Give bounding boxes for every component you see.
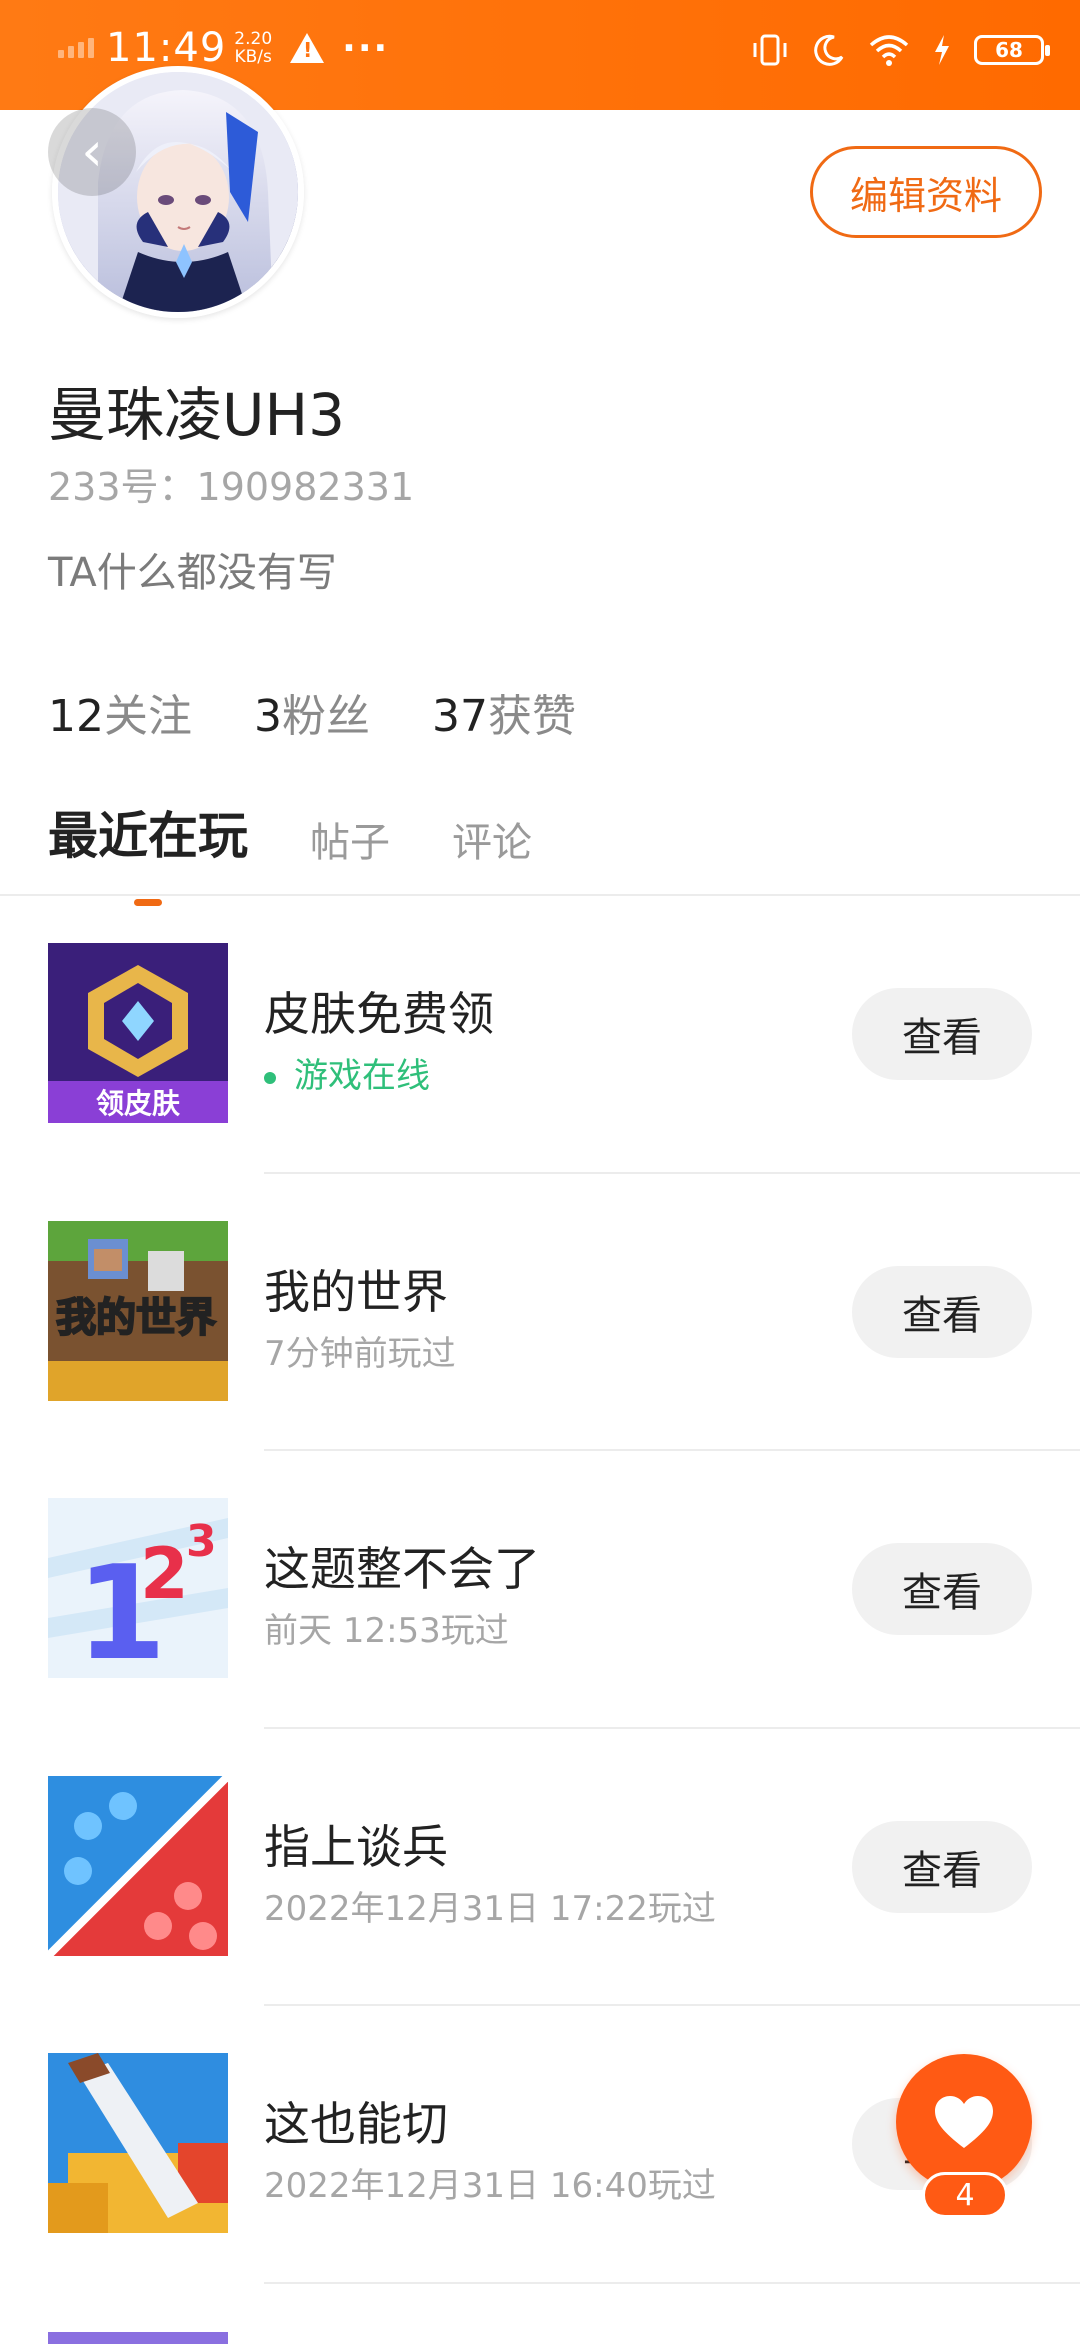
view-button[interactable]: 查看 <box>852 1265 1032 1358</box>
charging-icon <box>935 35 949 65</box>
game-status: 2022年12月31日 17:22玩过 <box>264 1888 716 1929</box>
network-speed-unit: KB/s <box>234 47 272 67</box>
stat-count: 3 <box>254 691 282 742</box>
back-button[interactable]: ‹ <box>48 108 136 196</box>
game-title: 我的世界 <box>264 1264 448 1319</box>
warning-icon <box>290 33 325 63</box>
game-icon-label: 领皮肤 <box>96 1087 181 1120</box>
game-title: 这也能切 <box>264 2097 448 2151</box>
game-icon-label: 我的世界 <box>56 1295 216 1341</box>
network-speed-value: 2.20 <box>234 29 273 49</box>
online-dot <box>264 1071 276 1084</box>
vibrate-icon <box>753 34 787 66</box>
status-bar-left: 11:49 2.20 KB/s ··· <box>58 18 389 78</box>
moon-icon <box>814 34 844 66</box>
wifi-icon <box>869 35 909 66</box>
game-icon-123: 1 2 3 <box>48 1498 228 1678</box>
list-item[interactable]: 领皮肤 皮肤免费领 游戏在线 查看 <box>0 896 1080 1174</box>
stat-likes[interactable]: 37获赞 <box>432 680 576 744</box>
tab-posts[interactable]: 帖子 <box>310 810 390 868</box>
list-item[interactable]: 1 2 3 这题整不会了 前天 12:53玩过 查看 <box>0 1451 1080 1729</box>
game-title: 皮肤免费领 <box>264 987 494 1041</box>
more-icon: ··· <box>342 27 390 69</box>
status-time: 11:49 <box>106 25 227 71</box>
user-id: 233号：190982331 <box>48 465 415 509</box>
view-button[interactable]: 查看 <box>852 1543 1032 1635</box>
list-item[interactable] <box>0 2284 1080 2344</box>
stat-label: 粉丝 <box>282 691 370 742</box>
digit-three: 3 <box>186 1516 217 1567</box>
game-status-text: 游戏在线 <box>294 1056 430 1096</box>
digit-two: 2 <box>140 1533 189 1615</box>
user-bio: TA什么都没有写 <box>48 550 337 596</box>
stat-count: 12 <box>48 691 104 742</box>
like-fab[interactable] <box>896 2054 1032 2190</box>
profile-stats: 12关注 3粉丝 37获赞 <box>48 680 638 744</box>
stat-count: 37 <box>432 691 488 742</box>
stat-label: 获赞 <box>488 691 576 742</box>
list-item[interactable]: 我的世界 我的世界 7分钟前玩过 查看 <box>0 1174 1080 1451</box>
game-icon-minecraft: 我的世界 <box>48 1220 228 1401</box>
network-speed: 2.20 KB/s <box>234 30 272 66</box>
game-status: 7分钟前玩过 <box>264 1333 456 1374</box>
view-button[interactable]: 查看 <box>852 1820 1032 1913</box>
signal-icon <box>58 38 94 58</box>
game-status: 2022年12月31日 16:40玩过 <box>264 2166 716 2206</box>
stat-label: 关注 <box>104 691 192 742</box>
profile-tabs: 最近在玩 帖子 评论 <box>48 796 594 906</box>
game-icon-partial <box>48 2331 228 2344</box>
game-status: 前天 12:53玩过 <box>264 1611 509 1651</box>
game-icon-army <box>48 1775 228 1956</box>
game-icon-knife <box>48 2053 228 2233</box>
tab-recently-played[interactable]: 最近在玩 <box>48 796 248 906</box>
game-title: 这题整不会了 <box>264 1542 540 1596</box>
list-item[interactable]: 指上谈兵 2022年12月31日 17:22玩过 查看 <box>0 1729 1080 2006</box>
battery-icon: 68 <box>974 35 1050 65</box>
like-count-badge: 4 <box>922 2172 1008 2218</box>
game-icon-skin: 领皮肤 <box>48 943 228 1123</box>
heart-icon <box>935 2096 993 2148</box>
back-icon: ‹ <box>81 120 103 183</box>
stat-following[interactable]: 12关注 <box>48 680 192 744</box>
stat-followers[interactable]: 3粉丝 <box>254 680 370 744</box>
view-button[interactable]: 查看 <box>852 988 1032 1080</box>
tab-comments[interactable]: 评论 <box>452 810 532 868</box>
username: 曼珠凌UH3 <box>48 381 345 449</box>
edit-profile-button[interactable]: 编辑资料 <box>810 146 1042 238</box>
game-status: 游戏在线 <box>264 1048 430 1097</box>
game-title: 指上谈兵 <box>264 1819 448 1874</box>
status-bar-right: 68 <box>750 20 1050 80</box>
